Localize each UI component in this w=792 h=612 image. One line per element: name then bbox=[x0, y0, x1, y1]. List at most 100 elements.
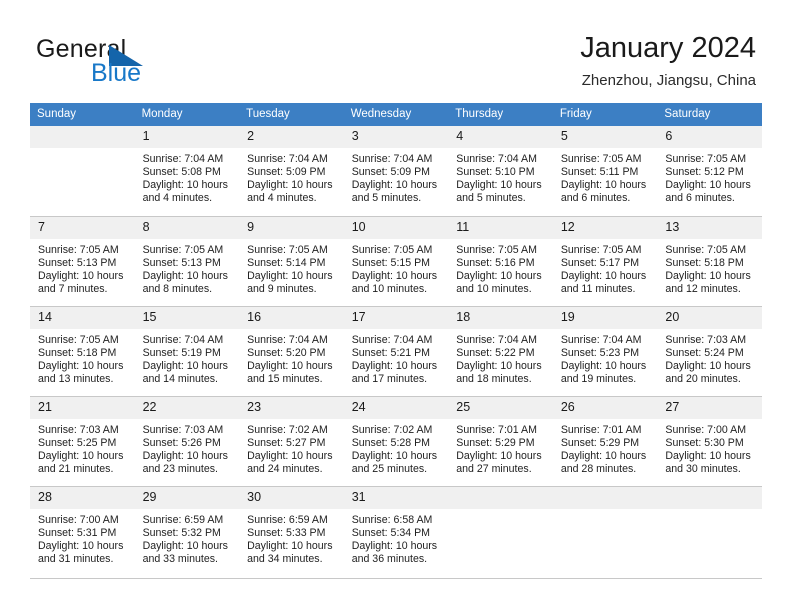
calendar-day-cell[interactable]: 16 Sunrise: 7:04 AM Sunset: 5:20 PM Dayligh… bbox=[239, 306, 344, 396]
calendar-day-cell[interactable]: 21 Sunrise: 7:03 AM Sunset: 5:25 PM Dayligh… bbox=[30, 396, 135, 486]
sunset-text: Sunset: 5:33 PM bbox=[247, 526, 326, 539]
calendar-grid: Sunday Monday Tuesday Wednesday Thursday… bbox=[30, 103, 762, 576]
day-number: 30 bbox=[239, 487, 344, 509]
calendar-day-cell[interactable]: 11 Sunrise: 7:05 AM Sunset: 5:16 PM Dayligh… bbox=[448, 216, 553, 306]
calendar-day-cell[interactable]: 2 Sunrise: 7:04 AM Sunset: 5:09 PM Daylight… bbox=[239, 126, 344, 216]
calendar-day-cell[interactable]: 22 Sunrise: 7:03 AM Sunset: 5:26 PM Dayligh… bbox=[134, 396, 240, 486]
day-number bbox=[448, 487, 553, 509]
sunset-text: Sunset: 5:29 PM bbox=[456, 436, 535, 449]
day-details: Sunrise: 7:04 AM Sunset: 5:22 PM Daylight:… bbox=[448, 329, 553, 386]
sunrise-text: Sunrise: 7:04 AM bbox=[142, 334, 224, 346]
calendar-day-cell[interactable]: 25 Sunrise: 7:01 AM Sunset: 5:29 PM Dayligh… bbox=[448, 396, 553, 486]
calendar-day-cell[interactable]: 28 Sunrise: 7:00 AM Sunset: 5:31 PM Dayligh… bbox=[30, 486, 135, 576]
calendar-day-cell[interactable]: 12 Sunrise: 7:05 AM Sunset: 5:17 PM Dayligh… bbox=[552, 216, 658, 306]
sunset-text: Sunset: 5:13 PM bbox=[142, 256, 221, 269]
sunrise-text: Sunrise: 7:02 AM bbox=[351, 424, 433, 436]
daylight-text-line2: and 8 minutes. bbox=[142, 282, 213, 295]
calendar-header-row: Sunday Monday Tuesday Wednesday Thursday… bbox=[30, 103, 762, 126]
calendar-day-cell[interactable]: 6 Sunrise: 7:05 AM Sunset: 5:12 PM Daylight… bbox=[657, 126, 762, 216]
calendar-day-cell[interactable]: 18 Sunrise: 7:04 AM Sunset: 5:22 PM Dayligh… bbox=[448, 306, 553, 396]
sunset-text: Sunset: 5:14 PM bbox=[247, 256, 326, 269]
calendar-day-cell[interactable]: 9 Sunrise: 7:05 AM Sunset: 5:14 PM Daylight… bbox=[239, 216, 344, 306]
daylight-text-line1: Daylight: 10 hours bbox=[456, 269, 542, 282]
day-cell-inner: 6 Sunrise: 7:05 AM Sunset: 5:12 PM Daylight… bbox=[657, 126, 762, 216]
day-details: Sunrise: 7:00 AM Sunset: 5:30 PM Daylight:… bbox=[657, 419, 762, 476]
day-cell-inner: 17 Sunrise: 7:04 AM Sunset: 5:21 PM Dayligh… bbox=[343, 306, 449, 396]
day-cell-inner: 1 Sunrise: 7:04 AM Sunset: 5:08 PM Daylight… bbox=[134, 126, 240, 216]
brand-logo[interactable]: General Blue bbox=[36, 36, 276, 88]
day-details: Sunrise: 7:04 AM Sunset: 5:19 PM Daylight:… bbox=[135, 329, 240, 386]
calendar-day-cell[interactable]: 23 Sunrise: 7:02 AM Sunset: 5:27 PM Dayligh… bbox=[239, 396, 344, 486]
sunrise-text: Sunrise: 6:59 AM bbox=[142, 514, 224, 526]
day-number: 19 bbox=[552, 307, 658, 329]
daylight-text-line1: Daylight: 10 hours bbox=[665, 269, 751, 282]
calendar-day-cell[interactable]: 19 Sunrise: 7:04 AM Sunset: 5:23 PM Dayligh… bbox=[552, 306, 658, 396]
sunrise-text: Sunrise: 7:05 AM bbox=[456, 244, 537, 256]
day-number: 24 bbox=[343, 397, 449, 419]
daylight-text-line2: and 31 minutes. bbox=[38, 552, 114, 565]
calendar-day-cell-empty bbox=[30, 126, 135, 216]
day-cell-inner: 14 Sunrise: 7:05 AM Sunset: 5:18 PM Dayligh… bbox=[30, 306, 135, 396]
calendar-day-cell[interactable]: 13 Sunrise: 7:05 AM Sunset: 5:18 PM Dayligh… bbox=[657, 216, 762, 306]
calendar-day-cell[interactable]: 27 Sunrise: 7:00 AM Sunset: 5:30 PM Dayligh… bbox=[657, 396, 762, 486]
calendar-day-cell[interactable]: 7 Sunrise: 7:05 AM Sunset: 5:13 PM Daylight… bbox=[30, 216, 135, 306]
daylight-text-line1: Daylight: 10 hours bbox=[665, 359, 751, 372]
sunset-text: Sunset: 5:32 PM bbox=[142, 526, 221, 539]
day-number: 5 bbox=[552, 126, 658, 148]
calendar-day-cell[interactable]: 17 Sunrise: 7:04 AM Sunset: 5:21 PM Dayligh… bbox=[343, 306, 449, 396]
sunrise-text: Sunrise: 7:04 AM bbox=[351, 153, 433, 165]
sunrise-text: Sunrise: 7:03 AM bbox=[665, 334, 747, 346]
brand-name-blue: Blue bbox=[91, 59, 142, 87]
day-number bbox=[657, 487, 762, 509]
calendar-day-cell[interactable]: 31 Sunrise: 6:58 AM Sunset: 5:34 PM Dayligh… bbox=[343, 486, 449, 576]
sunset-text: Sunset: 5:34 PM bbox=[351, 526, 431, 539]
day-cell-inner: 8 Sunrise: 7:05 AM Sunset: 5:13 PM Daylight… bbox=[134, 216, 240, 306]
sunrise-text: Sunrise: 7:05 AM bbox=[38, 244, 119, 256]
calendar-day-cell[interactable]: 5 Sunrise: 7:05 AM Sunset: 5:11 PM Daylight… bbox=[552, 126, 658, 216]
sunset-text: Sunset: 5:28 PM bbox=[351, 436, 431, 449]
calendar-day-cell[interactable]: 10 Sunrise: 7:05 AM Sunset: 5:15 PM Dayligh… bbox=[343, 216, 449, 306]
day-cell-inner: 30 Sunrise: 6:59 AM Sunset: 5:33 PM Dayligh… bbox=[239, 486, 344, 576]
calendar-day-cell[interactable]: 26 Sunrise: 7:01 AM Sunset: 5:29 PM Dayligh… bbox=[552, 396, 658, 486]
sunrise-text: Sunrise: 7:05 AM bbox=[247, 244, 328, 256]
daylight-text-line1: Daylight: 10 hours bbox=[665, 178, 751, 191]
daylight-text-line2: and 5 minutes. bbox=[456, 191, 526, 204]
day-cell-inner bbox=[30, 126, 135, 216]
calendar-day-cell[interactable]: 30 Sunrise: 6:59 AM Sunset: 5:33 PM Dayligh… bbox=[239, 486, 344, 576]
daylight-text-line2: and 14 minutes. bbox=[142, 372, 218, 385]
day-number: 11 bbox=[448, 217, 553, 239]
sunrise-text: Sunrise: 6:59 AM bbox=[247, 514, 328, 526]
day-number: 1 bbox=[134, 126, 240, 148]
calendar-day-cell[interactable]: 20 Sunrise: 7:03 AM Sunset: 5:24 PM Dayligh… bbox=[657, 306, 762, 396]
calendar-day-cell[interactable]: 29 Sunrise: 6:59 AM Sunset: 5:32 PM Dayligh… bbox=[134, 486, 240, 576]
day-cell-inner bbox=[657, 486, 762, 576]
daylight-text-line1: Daylight: 10 hours bbox=[142, 178, 228, 191]
day-number: 15 bbox=[134, 307, 240, 329]
calendar-day-cell[interactable]: 8 Sunrise: 7:05 AM Sunset: 5:13 PM Daylight… bbox=[134, 216, 240, 306]
day-number: 7 bbox=[30, 217, 135, 239]
daylight-text-line1: Daylight: 10 hours bbox=[665, 449, 751, 462]
calendar-day-cell[interactable]: 4 Sunrise: 7:04 AM Sunset: 5:10 PM Daylight… bbox=[448, 126, 553, 216]
daylight-text-line2: and 10 minutes. bbox=[351, 282, 428, 295]
daylight-text-line2: and 19 minutes. bbox=[560, 372, 637, 385]
sunrise-text: Sunrise: 7:03 AM bbox=[142, 424, 224, 436]
calendar-day-cell[interactable]: 1 Sunrise: 7:04 AM Sunset: 5:08 PM Daylight… bbox=[134, 126, 240, 216]
day-details: Sunrise: 7:04 AM Sunset: 5:10 PM Daylight:… bbox=[448, 148, 553, 205]
day-details: Sunrise: 7:00 AM Sunset: 5:31 PM Daylight:… bbox=[30, 509, 135, 566]
calendar-day-cell[interactable]: 14 Sunrise: 7:05 AM Sunset: 5:18 PM Dayligh… bbox=[30, 306, 135, 396]
daylight-text-line1: Daylight: 10 hours bbox=[456, 449, 542, 462]
day-cell-inner: 15 Sunrise: 7:04 AM Sunset: 5:19 PM Dayligh… bbox=[134, 306, 240, 396]
daylight-text-line2: and 13 minutes. bbox=[38, 372, 114, 385]
day-cell-inner: 11 Sunrise: 7:05 AM Sunset: 5:16 PM Dayligh… bbox=[448, 216, 553, 306]
sunrise-text: Sunrise: 7:05 AM bbox=[665, 153, 747, 165]
day-cell-inner: 20 Sunrise: 7:03 AM Sunset: 5:24 PM Dayligh… bbox=[657, 306, 762, 396]
daylight-text-line2: and 21 minutes. bbox=[38, 462, 114, 475]
calendar-day-cell[interactable]: 15 Sunrise: 7:04 AM Sunset: 5:19 PM Dayligh… bbox=[134, 306, 240, 396]
page-title: January 2024 bbox=[580, 32, 756, 64]
day-number: 3 bbox=[343, 126, 449, 148]
calendar-day-cell[interactable]: 24 Sunrise: 7:02 AM Sunset: 5:28 PM Dayligh… bbox=[343, 396, 449, 486]
day-cell-inner: 21 Sunrise: 7:03 AM Sunset: 5:25 PM Dayligh… bbox=[30, 396, 135, 486]
daylight-text-line2: and 15 minutes. bbox=[247, 372, 323, 385]
day-details: Sunrise: 7:05 AM Sunset: 5:12 PM Daylight:… bbox=[657, 148, 762, 205]
calendar-day-cell[interactable]: 3 Sunrise: 7:04 AM Sunset: 5:09 PM Daylight… bbox=[343, 126, 449, 216]
